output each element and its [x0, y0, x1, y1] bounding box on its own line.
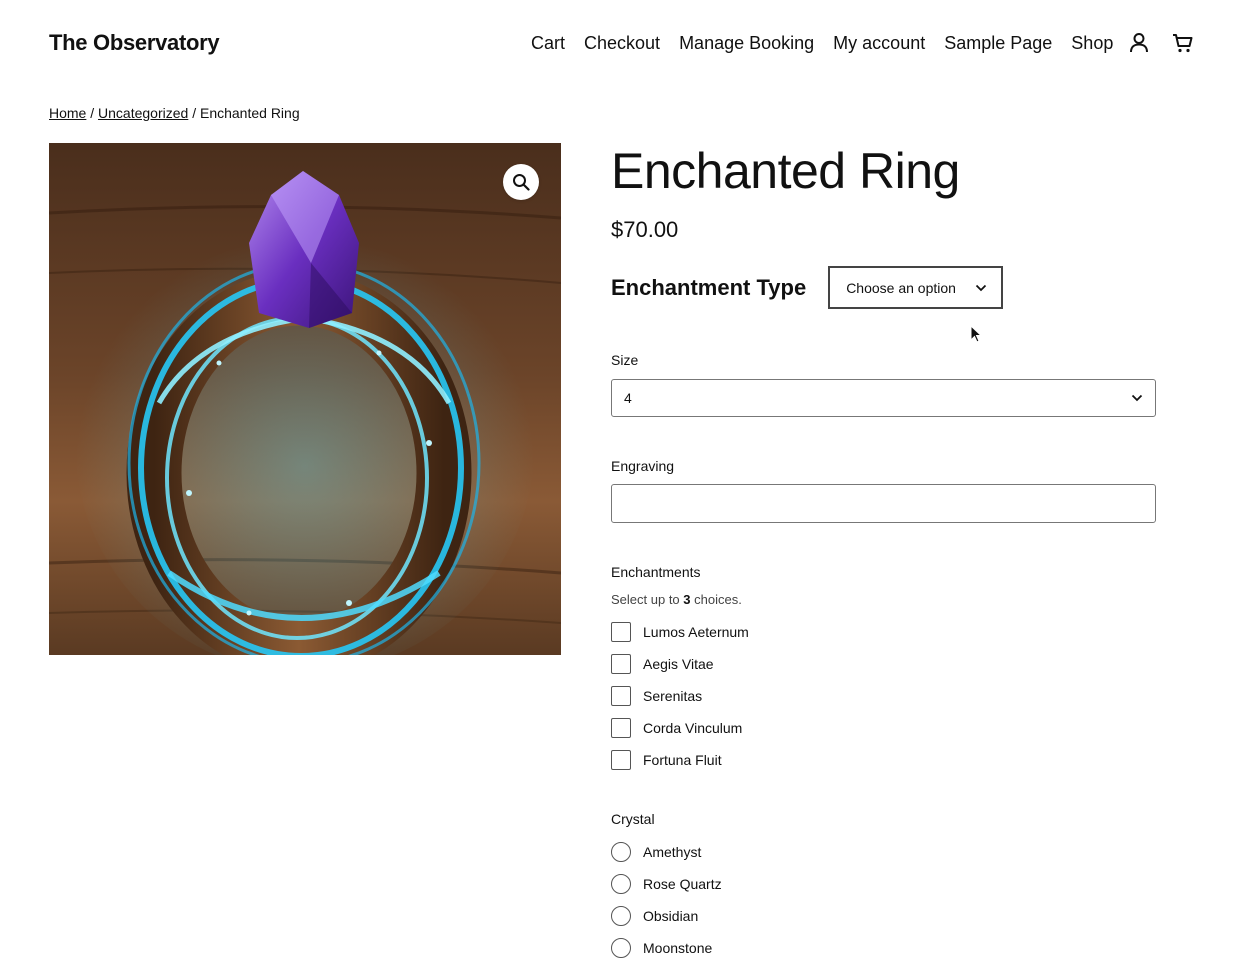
hint-suffix: choices.: [694, 592, 742, 607]
enchantment-type-label: Enchantment Type: [611, 274, 807, 300]
hint-prefix: Select up to: [611, 592, 680, 607]
option-label: Obsidian: [643, 908, 699, 924]
checkbox[interactable]: [611, 750, 631, 770]
engraving-input[interactable]: [611, 484, 1156, 523]
nav-checkout[interactable]: Checkout: [584, 33, 660, 54]
mouse-cursor-icon: [970, 325, 983, 343]
enchantment-option[interactable]: Corda Vinculum: [611, 712, 749, 744]
enchantment-type-select[interactable]: Choose an option: [828, 266, 1004, 309]
enchantment-option[interactable]: Fortuna Fluit: [611, 744, 749, 776]
breadcrumb-current: Enchanted Ring: [199, 105, 300, 121]
breadcrumb-home[interactable]: Home: [49, 105, 86, 121]
option-label: Serenitas: [643, 688, 703, 704]
crystal-option[interactable]: Obsidian: [611, 900, 722, 932]
radio[interactable]: [611, 874, 631, 894]
breadcrumb-separator: /: [192, 105, 197, 121]
breadcrumb: Home / Uncategorized / Enchanted Ring: [49, 105, 300, 121]
checkbox[interactable]: [611, 686, 631, 706]
enchantment-option[interactable]: Aegis Vitae: [611, 648, 749, 680]
option-label: Corda Vinculum: [643, 720, 743, 736]
option-label: Fortuna Fluit: [643, 752, 722, 768]
crystal-options: Amethyst Rose Quartz Obsidian Moonstone: [611, 836, 722, 964]
main-nav: Cart Checkout Manage Booking My account …: [531, 31, 1215, 55]
enchantments-hint: Select up to 3 choices.: [611, 592, 742, 607]
option-label: Lumos Aeternum: [643, 624, 749, 640]
size-label: Size: [611, 352, 639, 368]
size-select[interactable]: 4: [611, 379, 1156, 417]
checkbox[interactable]: [611, 622, 631, 642]
crystal-option[interactable]: Amethyst: [611, 836, 722, 868]
breadcrumb-category[interactable]: Uncategorized: [98, 105, 188, 121]
enchantments-options: Lumos Aeternum Aegis Vitae Serenitas Cor…: [611, 616, 749, 776]
nav-manage-booking[interactable]: Manage Booking: [679, 33, 814, 54]
size-value: 4: [624, 390, 632, 406]
option-label: Moonstone: [643, 940, 713, 956]
zoom-icon[interactable]: [503, 164, 539, 200]
enchantment-type-value: Choose an option: [846, 279, 956, 296]
nav-cart[interactable]: Cart: [531, 33, 565, 54]
radio[interactable]: [611, 842, 631, 862]
product-price: $70.00: [611, 217, 679, 242]
option-label: Amethyst: [643, 844, 702, 860]
enchantment-type-row: Enchantment Type Choose an option: [611, 266, 1004, 309]
ring-illustration: [49, 143, 561, 655]
option-label: Aegis Vitae: [643, 656, 714, 672]
product-image[interactable]: [49, 143, 561, 655]
radio[interactable]: [611, 906, 631, 926]
enchantments-label: Enchantments: [611, 564, 701, 580]
engraving-label: Engraving: [611, 458, 675, 474]
option-label: Rose Quartz: [643, 876, 722, 892]
chevron-down-icon: [976, 284, 987, 291]
crystal-label: Crystal: [611, 811, 655, 827]
nav-shop[interactable]: Shop: [1071, 33, 1113, 54]
crystal-option[interactable]: Rose Quartz: [611, 868, 722, 900]
hint-count: 3: [683, 592, 691, 607]
site-title[interactable]: The Observatory: [49, 30, 220, 56]
enchantment-option[interactable]: Lumos Aeternum: [611, 616, 749, 648]
product-summary: Enchanted Ring $70.00 Enchantment Type C…: [611, 143, 1156, 958]
nav-my-account[interactable]: My account: [833, 33, 925, 54]
chevron-down-icon: [1131, 394, 1143, 402]
enchantment-option[interactable]: Serenitas: [611, 680, 749, 712]
crystal-option[interactable]: Moonstone: [611, 932, 722, 964]
checkbox[interactable]: [611, 654, 631, 674]
breadcrumb-separator: /: [90, 105, 95, 121]
radio[interactable]: [611, 938, 631, 958]
cart-icon[interactable]: [1171, 31, 1195, 55]
nav-sample-page[interactable]: Sample Page: [944, 33, 1052, 54]
product-title: Enchanted Ring: [611, 143, 960, 199]
checkbox[interactable]: [611, 718, 631, 738]
user-icon[interactable]: [1127, 31, 1151, 55]
